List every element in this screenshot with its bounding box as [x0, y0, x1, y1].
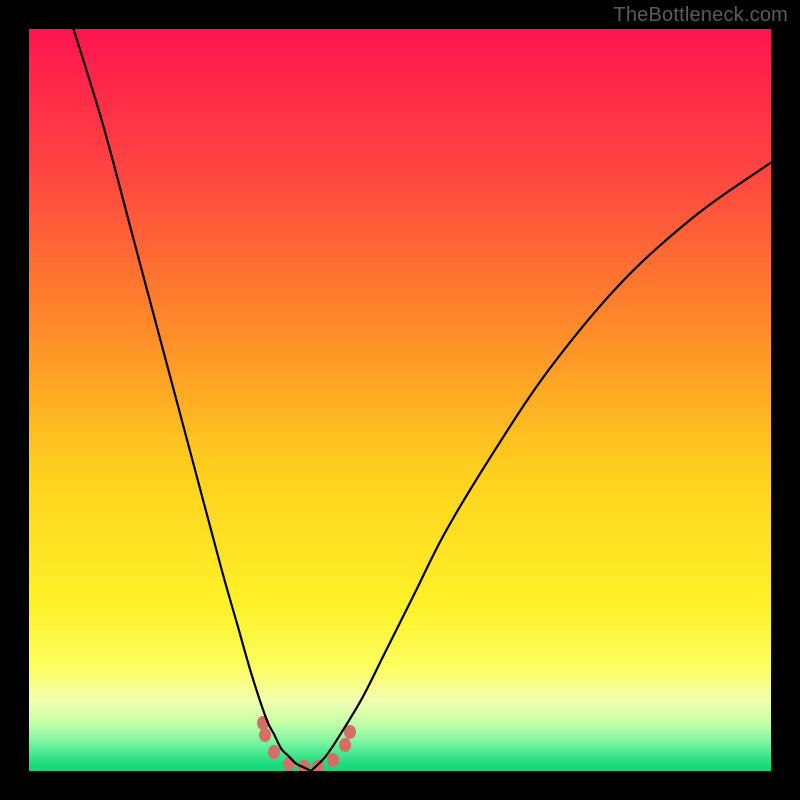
curve-layer — [29, 29, 771, 771]
right-curve — [311, 163, 771, 771]
left-curve — [74, 29, 311, 771]
attribution-text: TheBottleneck.com — [613, 4, 788, 27]
chart-area — [29, 29, 771, 771]
